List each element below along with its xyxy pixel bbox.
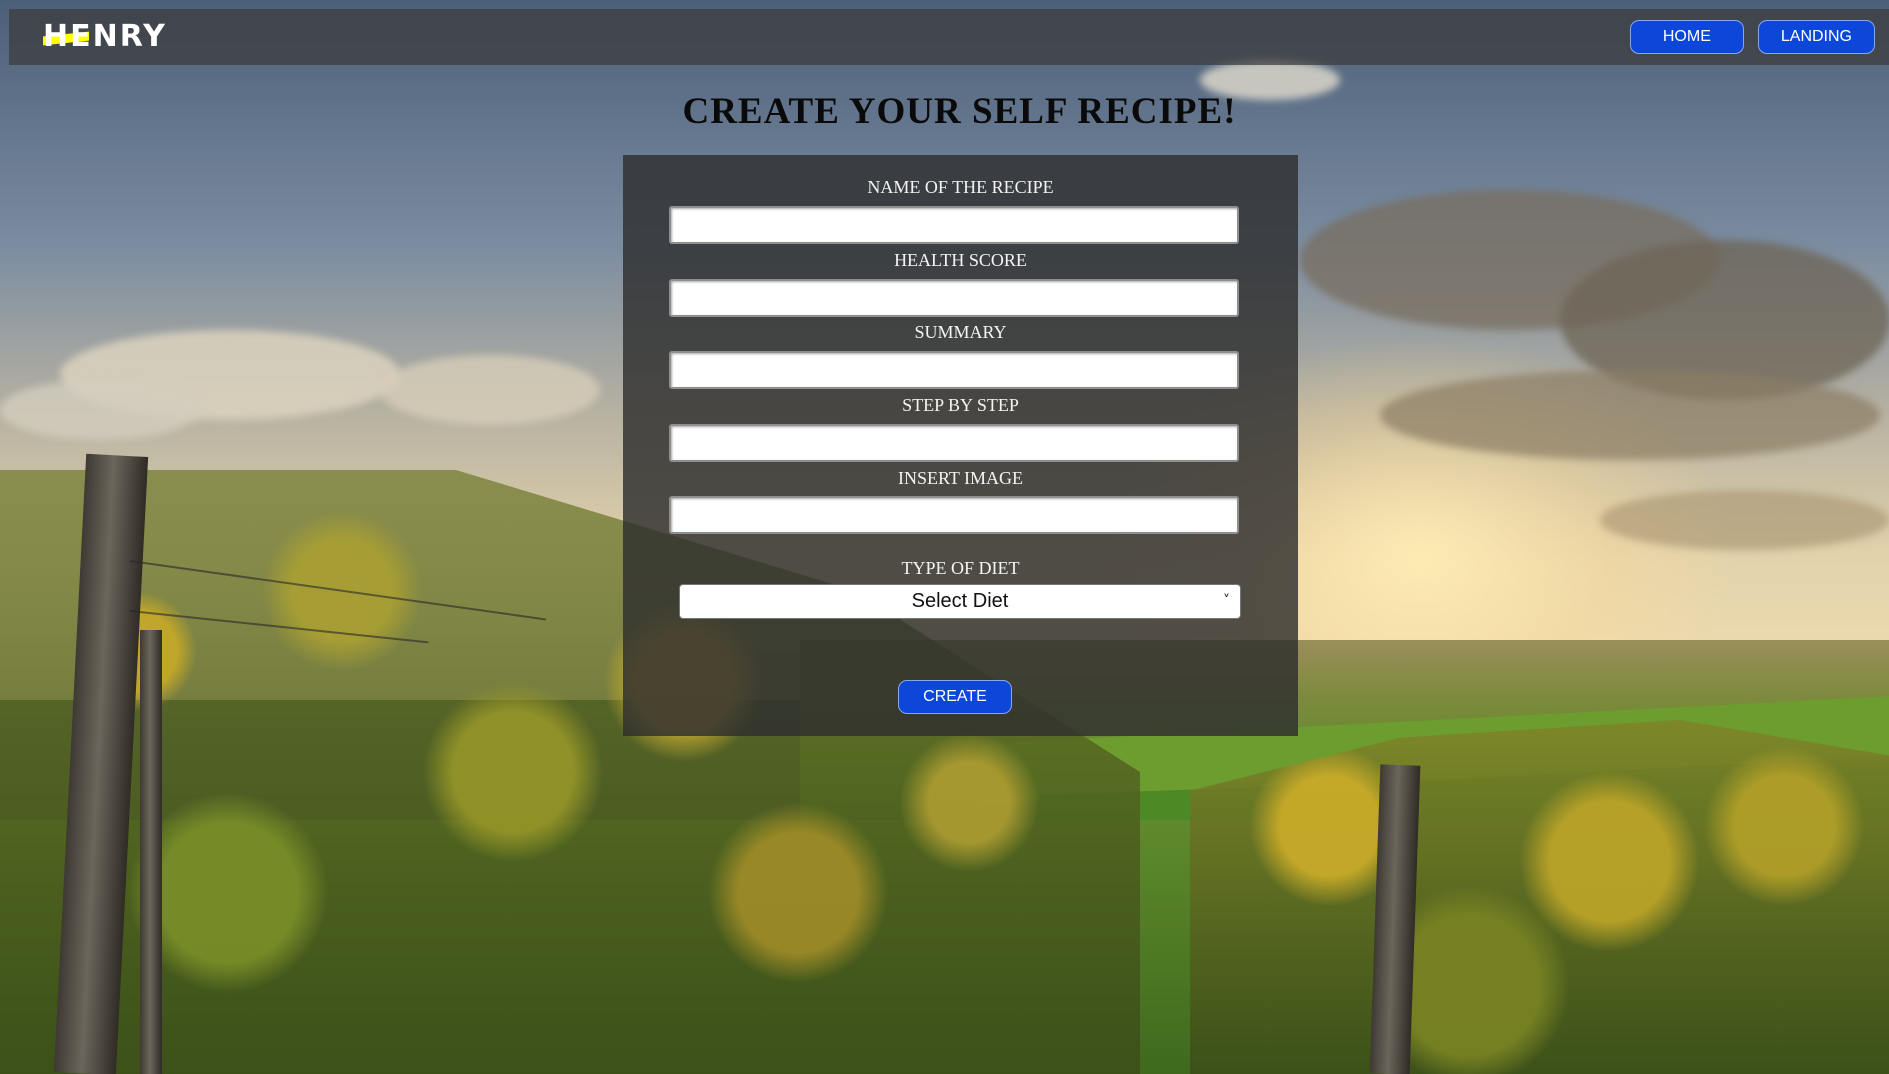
diet-select[interactable]: Select Diet ˅ <box>679 584 1241 619</box>
summary-input[interactable] <box>669 351 1239 389</box>
cloud <box>1380 370 1880 460</box>
cloud <box>380 355 600 425</box>
cloud <box>1600 490 1889 550</box>
vine-post <box>140 630 162 1074</box>
henry-logo[interactable]: HENRY <box>43 22 167 52</box>
recipe-name-label: NAME OF THE RECIPE <box>867 177 1054 197</box>
diet-type-label: TYPE OF DIET <box>901 558 1020 578</box>
cloud <box>0 380 200 440</box>
create-button[interactable]: CREATE <box>898 680 1012 714</box>
recipe-name-input[interactable] <box>669 206 1239 244</box>
landing-button[interactable]: LANDING <box>1757 20 1875 54</box>
step-by-step-input[interactable] <box>669 424 1239 462</box>
top-navbar: HENRY HOME LANDING <box>9 9 1889 65</box>
logo-text: HENRY <box>43 19 167 54</box>
health-score-label: HEALTH SCORE <box>894 250 1027 270</box>
diet-select-value: Select Diet <box>911 590 1009 612</box>
create-recipe-form: NAME OF THE RECIPE HEALTH SCORE SUMMARY … <box>623 155 1298 736</box>
step-by-step-label: STEP BY STEP <box>902 395 1019 415</box>
home-button[interactable]: HOME <box>1629 20 1744 54</box>
insert-image-input[interactable] <box>669 496 1239 534</box>
health-score-input[interactable] <box>669 279 1239 317</box>
nav-buttons: HOME LANDING <box>1629 20 1875 54</box>
chevron-down-icon: ˅ <box>1223 593 1230 609</box>
vineyard-right <box>1190 720 1889 1074</box>
page-title: CREATE YOUR SELF RECIPE! <box>682 91 1237 132</box>
insert-image-label: INSERT IMAGE <box>897 468 1024 488</box>
summary-label: SUMMARY <box>914 322 1007 342</box>
